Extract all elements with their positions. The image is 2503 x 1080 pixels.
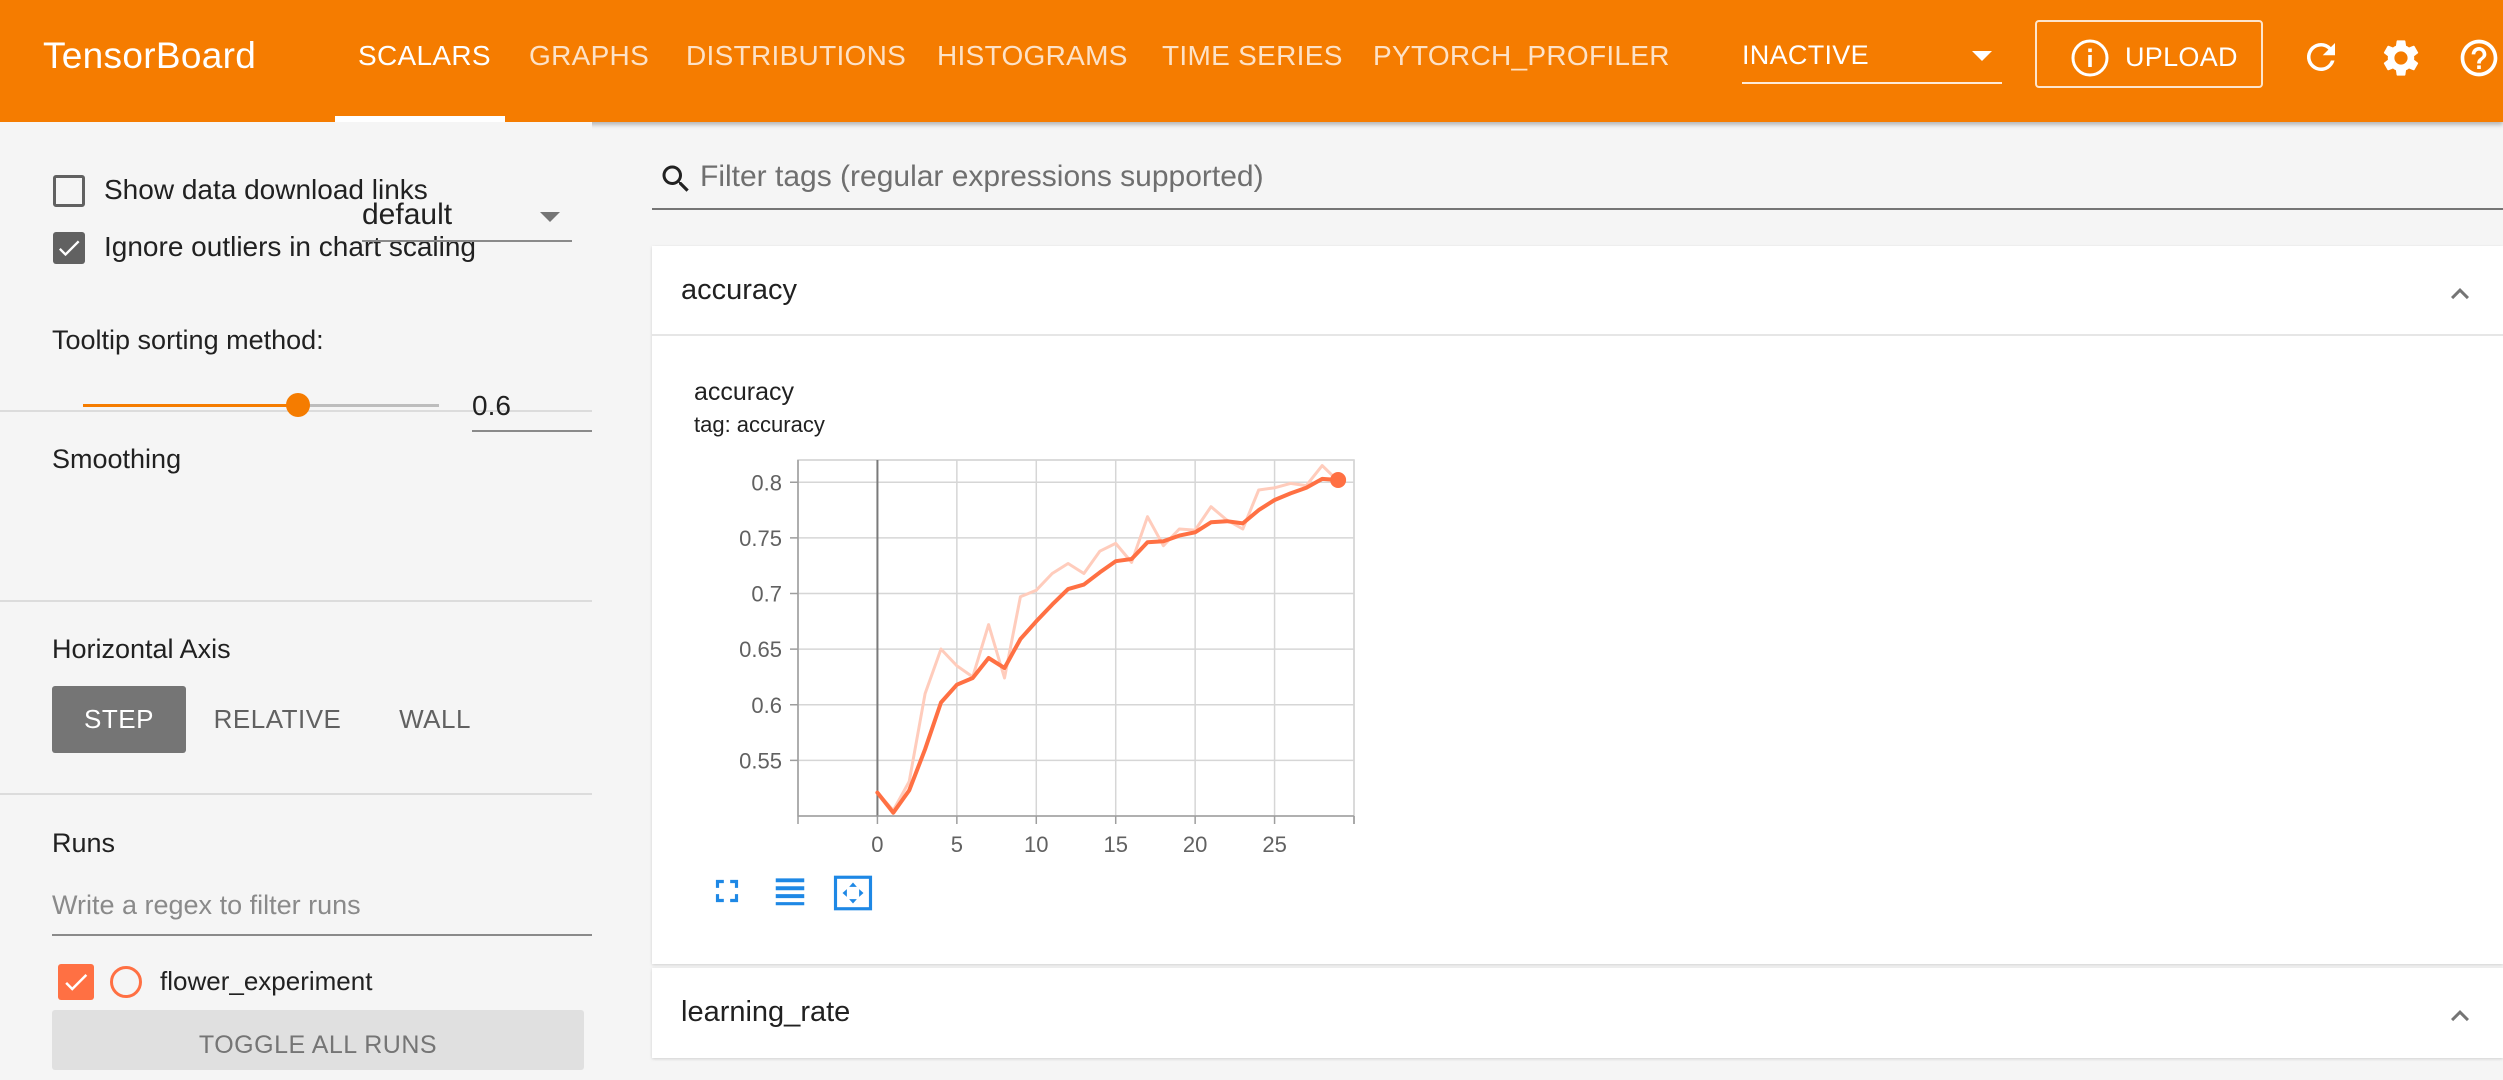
checkmark-icon — [55, 234, 83, 262]
y-tick-label: 0.8 — [751, 470, 782, 495]
accuracy-card: accuracy accuracy tag: accuracy 05101520… — [652, 246, 2503, 964]
tooltip-sorting-select[interactable]: default — [362, 190, 572, 242]
y-tick-label: 0.65 — [739, 637, 782, 662]
log-scale-icon[interactable] — [770, 872, 810, 910]
horizontal-axis-label: Horizontal Axis — [52, 634, 231, 665]
tooltip-sorting-label: Tooltip sorting method: — [52, 325, 324, 356]
smoothing-slider-track-filled[interactable] — [83, 404, 298, 407]
learning-rate-card: learning_rate — [652, 968, 2503, 1058]
tab-histograms[interactable]: HISTOGRAMS — [937, 40, 1128, 72]
card-title: learning_rate — [681, 996, 850, 1029]
learning-rate-card-header[interactable]: learning_rate — [652, 968, 2503, 1056]
settings-icon[interactable] — [2379, 36, 2423, 80]
fullscreen-icon[interactable] — [708, 872, 746, 910]
upload-label: UPLOAD — [2125, 42, 2238, 73]
chevron-up-icon[interactable] — [2442, 998, 2478, 1034]
refresh-icon[interactable] — [2300, 36, 2342, 78]
x-tick-label: 0 — [871, 832, 883, 857]
tab-time-series[interactable]: TIME SERIES — [1162, 40, 1343, 72]
upload-button[interactable]: UPLOAD — [2035, 20, 2263, 88]
smoothing-value: 0.6 — [472, 390, 511, 422]
tab-scalars[interactable]: SCALARS — [358, 40, 491, 72]
smoothing-slider-thumb[interactable] — [286, 393, 310, 417]
runs-filter-field[interactable] — [52, 878, 592, 936]
info-icon — [2070, 38, 2110, 78]
smoothing-label: Smoothing — [52, 444, 181, 475]
search-icon — [658, 161, 694, 197]
axis-relative-button[interactable]: RELATIVE — [200, 686, 355, 753]
series-line-smoothed — [877, 479, 1338, 813]
tab-graphs[interactable]: GRAPHS — [529, 40, 649, 72]
plot-frame — [798, 460, 1354, 816]
accuracy-chart[interactable]: 0 5 10 15 20 25 0.55 0.6 0.65 0.7 0.75 0.8 — [652, 246, 2503, 964]
ignore-outliers-checkbox[interactable] — [53, 232, 85, 264]
smoothing-slider-track[interactable] — [298, 404, 439, 407]
series-end-point — [1330, 472, 1346, 488]
inactive-plugins-dropdown[interactable]: INACTIVE — [1742, 30, 2002, 84]
axis-step-button[interactable]: STEP — [52, 686, 186, 753]
show-download-links-checkbox[interactable] — [53, 175, 85, 207]
tag-filter-bar[interactable] — [652, 150, 2503, 210]
checkmark-icon — [61, 967, 91, 997]
app-brand[interactable]: TensorBoard — [43, 35, 256, 77]
y-tick-label: 0.75 — [739, 526, 782, 551]
tag-filter-input[interactable] — [700, 160, 2480, 194]
x-tick-label: 10 — [1024, 832, 1048, 857]
smoothing-input[interactable]: 0.6 — [472, 380, 592, 432]
run-checkbox-flower-experiment[interactable] — [58, 964, 94, 1000]
app-header: TensorBoard SCALARS GRAPHS DISTRIBUTIONS… — [0, 0, 2503, 122]
x-tick-label: 15 — [1103, 832, 1127, 857]
series-line-raw — [877, 466, 1338, 811]
run-name: flower_experiment — [160, 966, 372, 997]
sidebar-divider — [0, 793, 592, 795]
sidebar-divider — [0, 600, 592, 602]
runs-label: Runs — [52, 828, 115, 859]
tab-pytorch-profiler[interactable]: PYTORCH_PROFILER — [1373, 40, 1670, 72]
tooltip-sorting-value: default — [362, 198, 452, 232]
x-tick-label: 5 — [951, 832, 963, 857]
help-icon[interactable] — [2457, 36, 2501, 80]
x-tick-label: 20 — [1183, 832, 1207, 857]
tab-distributions[interactable]: DISTRIBUTIONS — [686, 40, 906, 72]
fit-domain-icon[interactable] — [832, 872, 874, 914]
run-color-swatch[interactable] — [110, 966, 142, 998]
x-tick-label: 25 — [1262, 832, 1286, 857]
dropdown-caret-icon — [1972, 51, 1992, 61]
y-tick-label: 0.7 — [751, 582, 782, 607]
toggle-all-runs-button[interactable]: TOGGLE ALL RUNS — [52, 1010, 584, 1070]
dropdown-caret-icon — [540, 212, 560, 222]
runs-filter-input[interactable] — [52, 890, 582, 921]
y-tick-label: 0.55 — [739, 748, 782, 773]
axis-wall-button[interactable]: WALL — [380, 686, 490, 753]
inactive-dropdown-label: INACTIVE — [1742, 40, 1869, 71]
y-tick-label: 0.6 — [751, 693, 782, 718]
